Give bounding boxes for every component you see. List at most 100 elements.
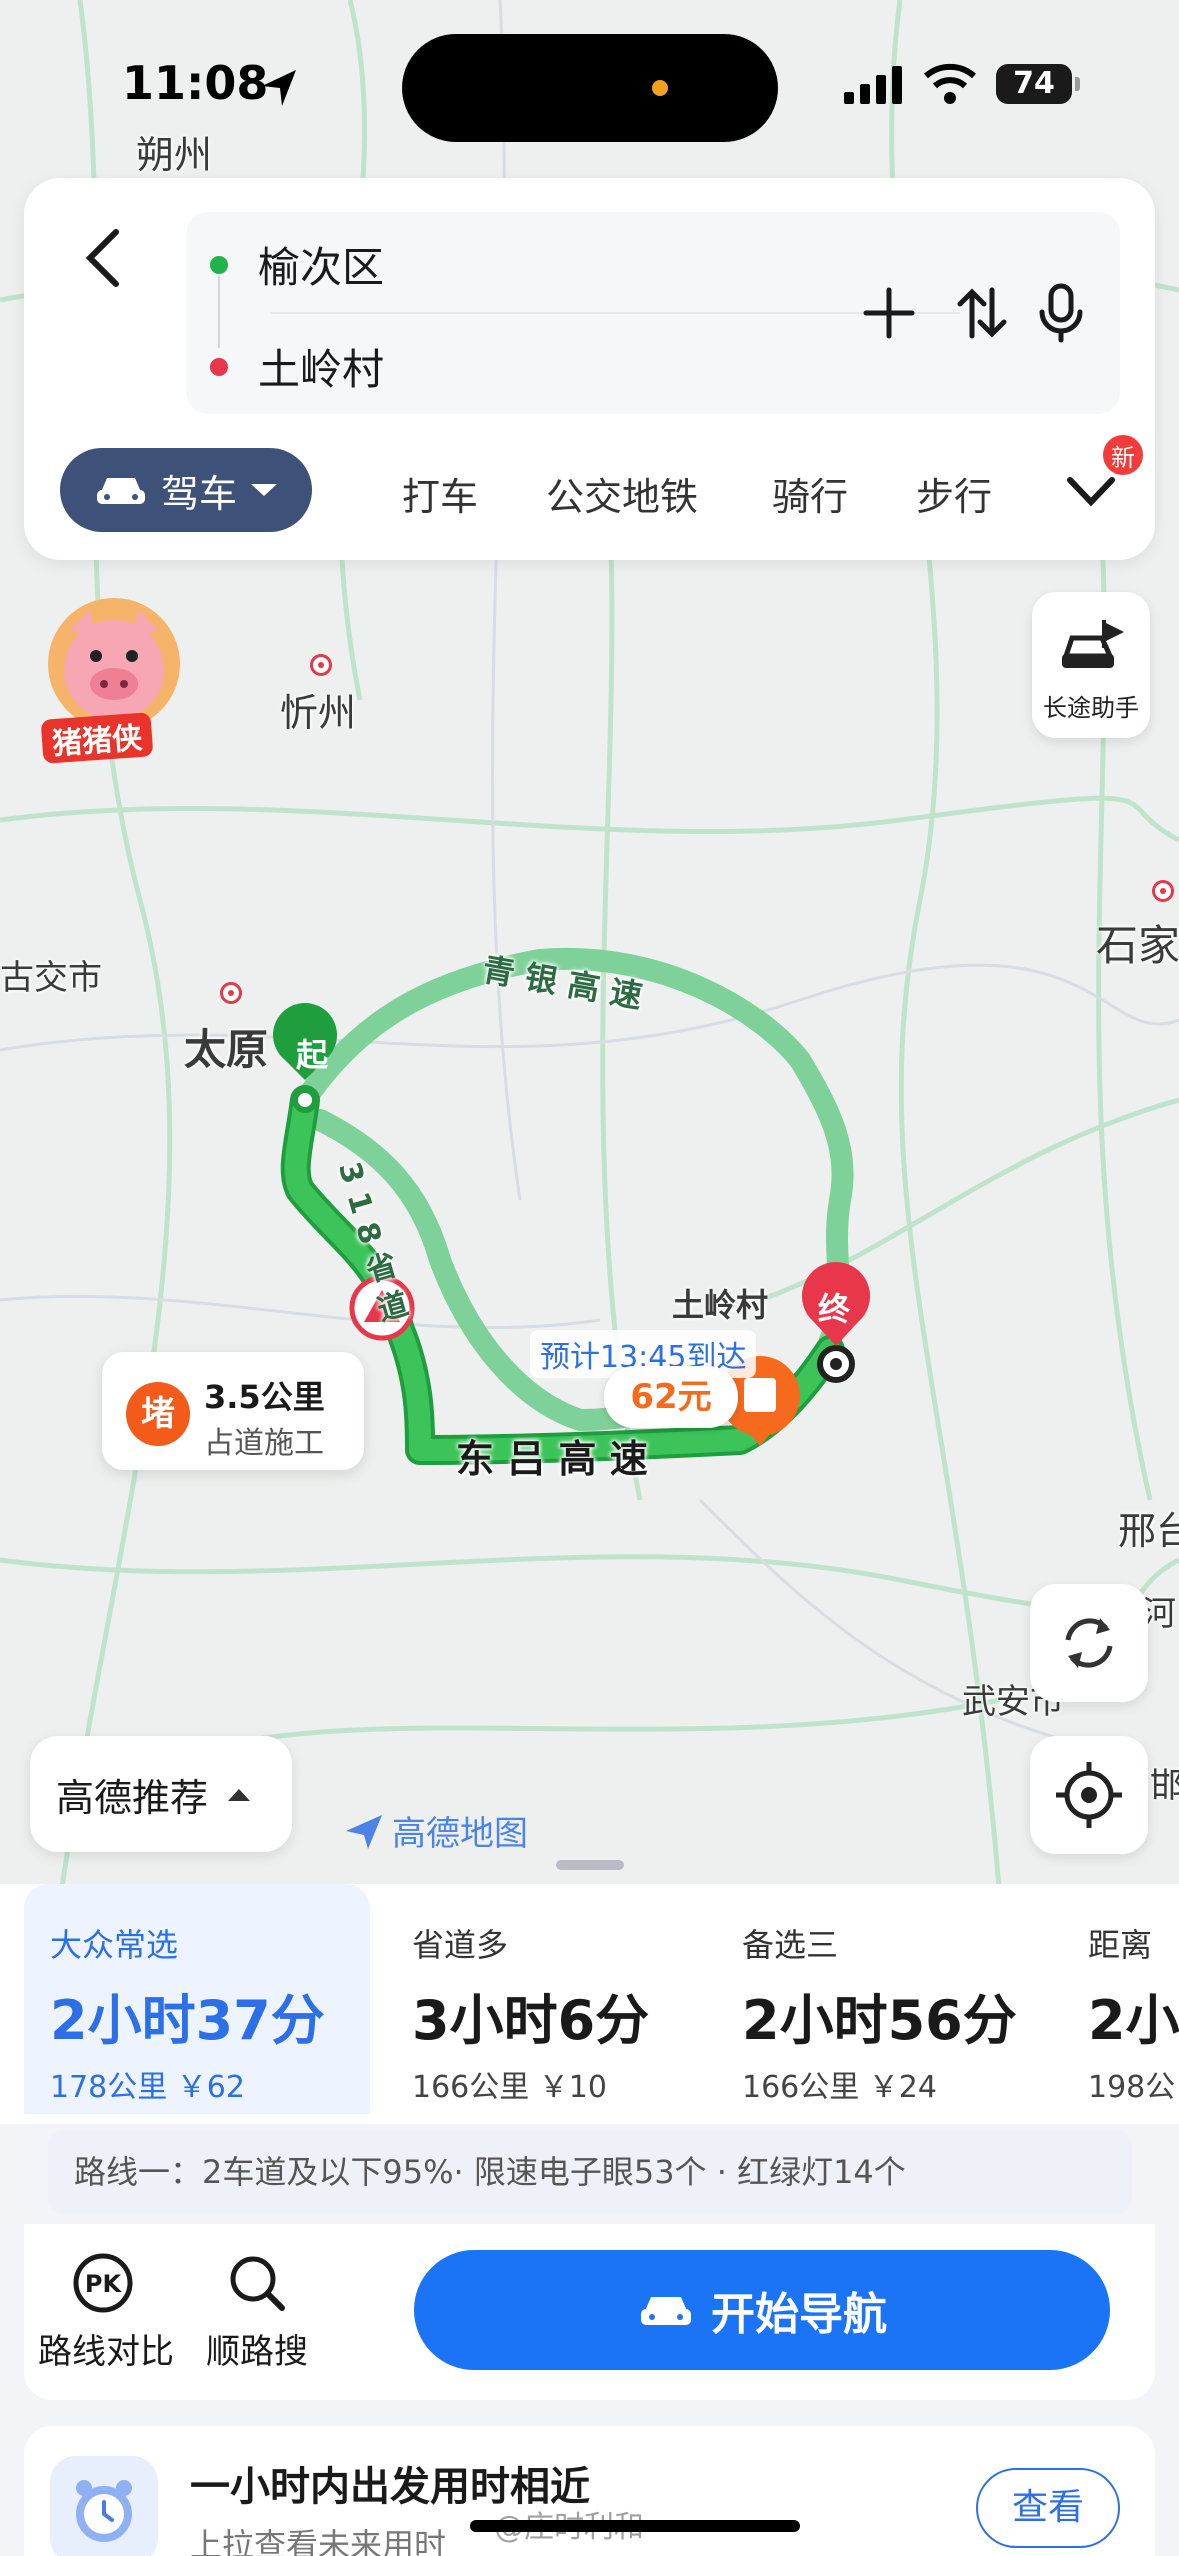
route-meta: 166公里 ￥10 xyxy=(412,2070,607,2105)
city-label: 邢台 xyxy=(1118,1509,1179,1553)
indicator-dot xyxy=(652,80,668,96)
start-marker-label: 起 xyxy=(296,1036,329,1074)
locate-icon xyxy=(1056,1762,1122,1828)
pk-icon: PK xyxy=(73,2253,133,2313)
svg-text:PK: PK xyxy=(85,2270,123,2298)
route-option[interactable]: 省道多 3小时6分 166公里 ￥10 xyxy=(386,1884,706,2114)
car-icon xyxy=(96,478,145,504)
tab-ride[interactable]: 骑行 xyxy=(772,466,848,521)
route-meta: 178公里 ￥62 xyxy=(50,2070,245,2105)
destination-field[interactable]: 土岭村 xyxy=(210,336,384,397)
route-meta: 198公 xyxy=(1088,2070,1176,2105)
along-search-label: 顺路搜 xyxy=(206,2332,308,2372)
status-bar: 11:08 74 xyxy=(0,0,1179,160)
plus-icon xyxy=(863,287,915,339)
toll-price-tag[interactable]: 62元 xyxy=(604,1366,800,1442)
route-compare-button[interactable]: PK 路线对比 xyxy=(38,2252,174,2373)
sheet-drag-handle[interactable] xyxy=(556,1860,624,1870)
route-option[interactable]: 距离 2小 198公 xyxy=(1062,1884,1179,2114)
car-flag-icon xyxy=(1062,620,1124,668)
route-meta: 166公里 ￥24 xyxy=(742,2070,937,2105)
origin-field[interactable]: 榆次区 xyxy=(210,234,384,295)
start-navigation-button[interactable]: 开始导航 xyxy=(414,2250,1110,2370)
start-navigation-label: 开始导航 xyxy=(711,2289,887,2340)
route-search-card: 榆次区 土岭村 驾车 打车 公交地铁 骑行 步行 xyxy=(24,178,1155,560)
city-dot xyxy=(310,654,332,676)
route-name: 大众常选 xyxy=(50,1926,179,1964)
city-label: 忻州 xyxy=(280,691,357,735)
mascot-label: 猪猪侠 xyxy=(40,712,154,764)
action-bar: PK 路线对比 顺路搜 开始导航 xyxy=(24,2224,1155,2400)
swap-button[interactable] xyxy=(946,278,1016,348)
jam-badge: 堵 xyxy=(126,1382,190,1446)
location-arrow-icon xyxy=(262,70,296,106)
new-badge: 新 xyxy=(1100,432,1146,478)
travel-mode-tabs: 驾车 打车 公交地铁 骑行 步行 xyxy=(60,448,1130,532)
brand-logo: 高德地图 xyxy=(342,1806,528,1855)
search-icon xyxy=(230,2256,285,2311)
dynamic-island xyxy=(402,34,778,142)
route-option[interactable]: 备选三 2小时56分 166公里 ￥24 xyxy=(716,1884,1056,2114)
city-label: 古交市 xyxy=(0,958,102,998)
destination-dot xyxy=(210,357,228,376)
car-icon xyxy=(641,2297,691,2325)
microphone-icon xyxy=(1039,283,1083,343)
status-time: 11:08 xyxy=(122,56,269,110)
route-name: 备选三 xyxy=(742,1926,839,1964)
recommend-dropdown[interactable]: 高德推荐 xyxy=(30,1736,292,1852)
city-label: 邯 xyxy=(1150,1766,1179,1806)
view-button[interactable]: 查看 xyxy=(976,2468,1120,2548)
route-sheet: 大众常选 2小时37分 178公里 ￥62 省道多 3小时6分 166公里 ￥1… xyxy=(0,1884,1179,2556)
city-label: 石家 xyxy=(1096,921,1179,970)
jam-reason: 占道施工 xyxy=(204,1426,324,1461)
route-name: 距离 xyxy=(1088,1926,1153,1964)
jam-distance: 3.5公里 xyxy=(204,1378,325,1416)
caret-down-icon xyxy=(251,484,277,496)
caret-up-icon xyxy=(228,1789,251,1801)
chevron-left-icon xyxy=(85,229,119,287)
swap-icon xyxy=(957,287,1007,339)
tip-subtitle: 上拉查看未来用时 xyxy=(190,2526,447,2556)
city-label: 太原 xyxy=(184,1025,269,1074)
recommend-label: 高德推荐 xyxy=(56,1775,209,1820)
route-duration: 2小 xyxy=(1088,1989,1179,2052)
long-trip-assistant-button[interactable]: 长途助手 xyxy=(1032,592,1150,738)
tab-drive[interactable]: 驾车 xyxy=(60,448,312,532)
origin-text: 榆次区 xyxy=(258,243,385,292)
route-duration: 2小时37分 xyxy=(50,1989,325,2052)
route-name: 省道多 xyxy=(412,1926,509,1964)
route-option[interactable]: 大众常选 2小时37分 178公里 ￥62 xyxy=(24,1884,370,2114)
end-marker-label: 终 xyxy=(818,1290,851,1328)
city-dot xyxy=(220,982,242,1004)
along-search-button[interactable]: 顺路搜 xyxy=(192,2252,322,2373)
long-trip-label: 长途助手 xyxy=(1043,694,1139,722)
tab-drive-label: 驾车 xyxy=(160,471,237,516)
refresh-button[interactable] xyxy=(1030,1584,1148,1702)
brand-name: 高德地图 xyxy=(392,1814,528,1854)
tab-walk[interactable]: 步行 xyxy=(916,466,992,521)
locate-button[interactable] xyxy=(1030,1736,1148,1854)
alarm-clock-icon xyxy=(50,2456,158,2556)
amap-logo-icon xyxy=(346,1814,382,1849)
traffic-jam-card[interactable]: 堵 3.5公里 占道施工 xyxy=(102,1352,364,1470)
battery-indicator: 74 xyxy=(996,64,1080,104)
add-waypoint-button[interactable] xyxy=(854,278,924,348)
home-indicator[interactable] xyxy=(470,2520,800,2532)
tab-taxi[interactable]: 打车 xyxy=(402,466,478,521)
voice-button[interactable] xyxy=(1026,278,1096,348)
refresh-icon xyxy=(1065,1618,1113,1668)
route-summary: 路线一：2车道及以下95%· 限速电子眼53个 · 红绿灯14个 xyxy=(48,2130,1132,2214)
route-compare-label: 路线对比 xyxy=(38,2332,174,2372)
wifi-icon xyxy=(924,63,976,104)
city-dot xyxy=(1152,880,1174,902)
route-duration: 2小时56分 xyxy=(742,1989,1017,2052)
tab-transit[interactable]: 公交地铁 xyxy=(546,466,698,521)
route-duration: 3小时6分 xyxy=(412,1989,650,2052)
origin-dot xyxy=(210,255,228,274)
toll-price: 62元 xyxy=(604,1366,738,1428)
back-button[interactable] xyxy=(64,218,144,298)
destination-label: 土岭村 xyxy=(672,1286,769,1324)
signal-icon xyxy=(844,66,902,104)
route-input-box: 榆次区 土岭村 xyxy=(186,212,1120,414)
destination-text: 土岭村 xyxy=(258,345,385,394)
